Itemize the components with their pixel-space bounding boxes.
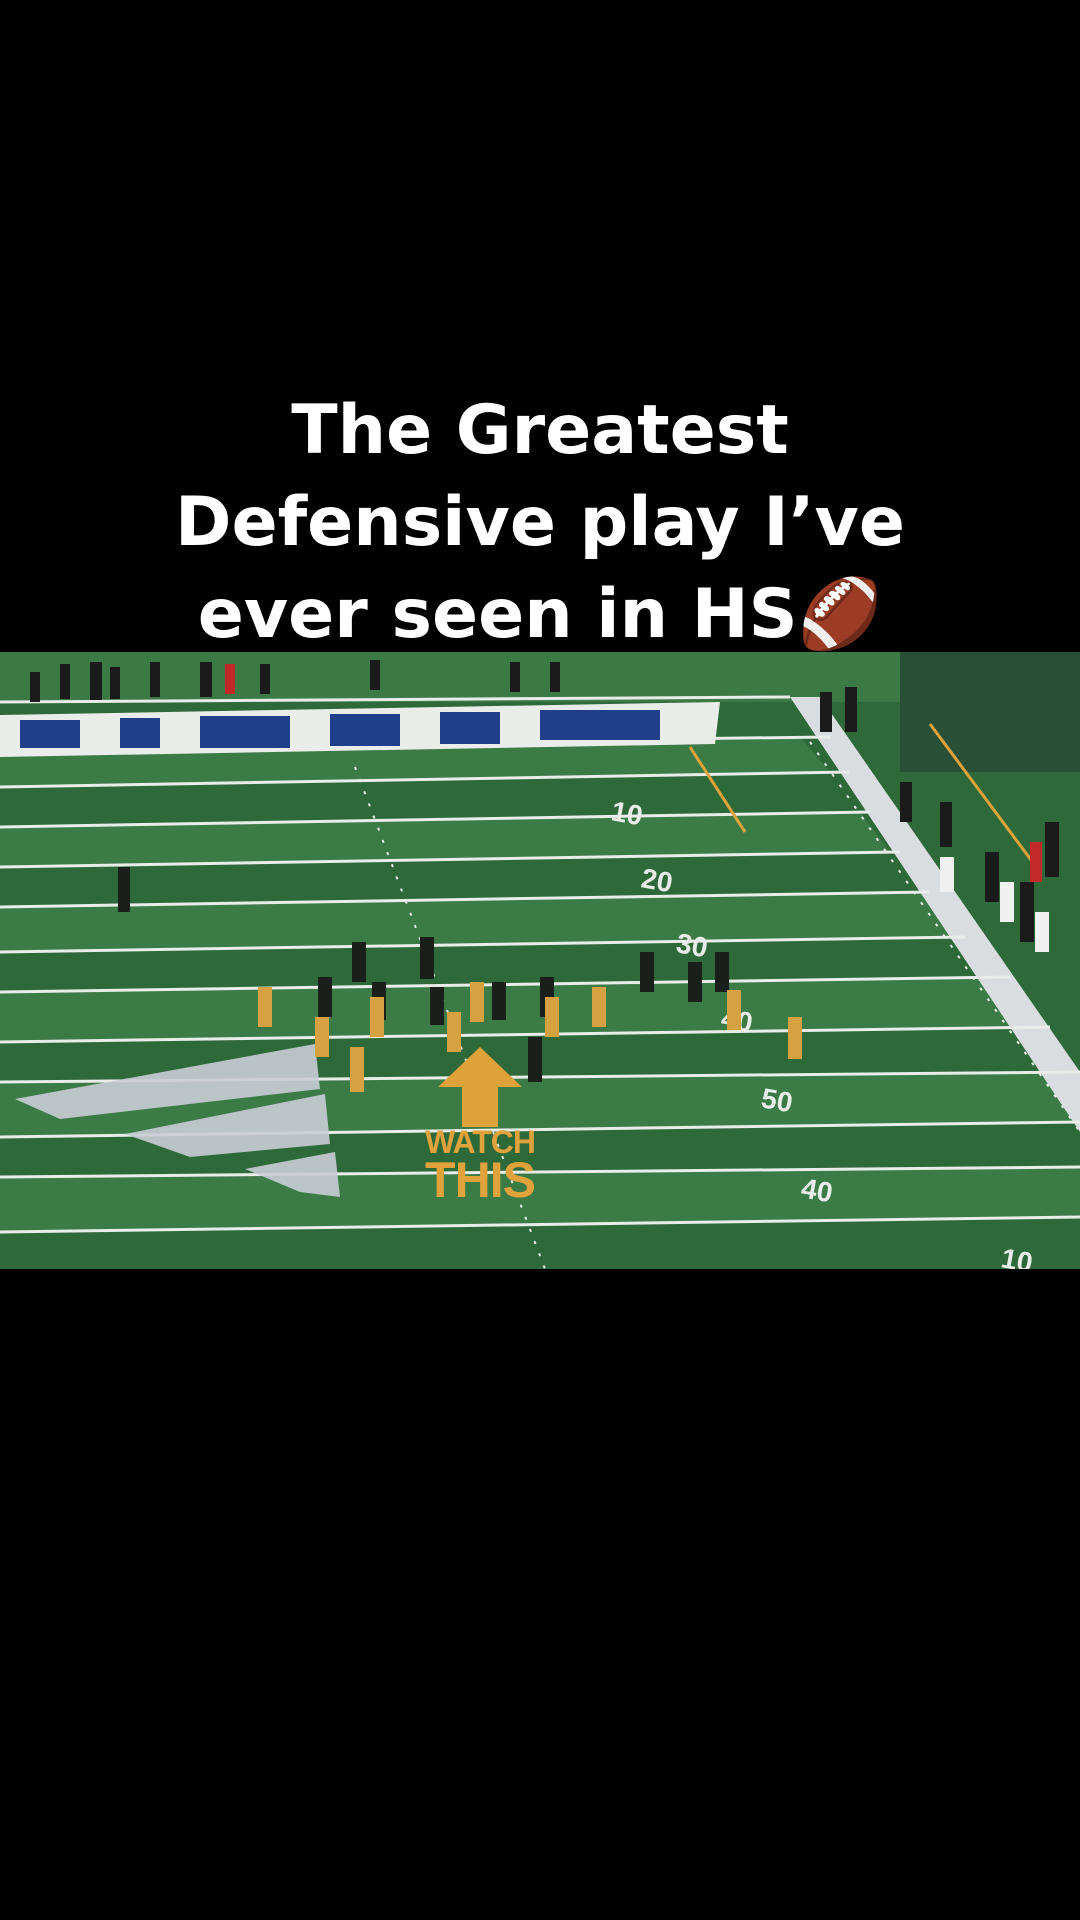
yard-number: 10 [609, 795, 645, 831]
video-player[interactable]: 10 20 30 40 50 40 10 [0, 652, 1080, 1269]
caption-line-3: ever seen in HS🏈 [197, 575, 883, 654]
watch-this-overlay: WATCH THIS [410, 1047, 550, 1208]
overlay-this-text: THIS [425, 1152, 536, 1208]
yard-number: 30 [674, 927, 710, 963]
yard-number: 40 [799, 1172, 835, 1208]
yard-number: 20 [639, 862, 675, 898]
yard-number: 10 [999, 1242, 1035, 1269]
caption-line-1: The Greatest [291, 391, 789, 470]
video-caption: The Greatest Defensive play I’ve ever se… [0, 385, 1080, 661]
yard-number: 50 [759, 1082, 795, 1118]
up-arrow-icon [438, 1047, 522, 1127]
caption-line-2: Defensive play I’ve [175, 483, 905, 562]
